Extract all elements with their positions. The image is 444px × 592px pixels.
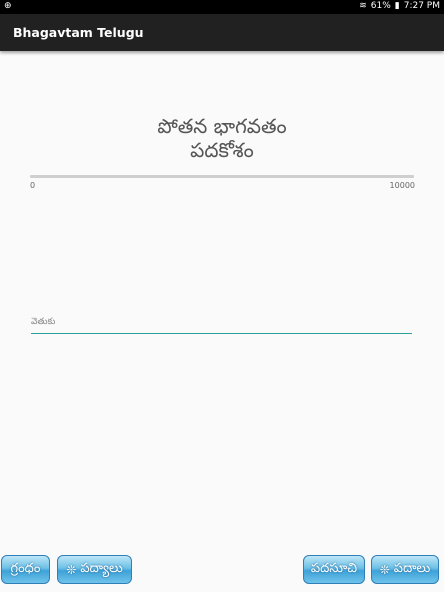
padalu-label: పదాలు (393, 560, 431, 576)
app-bar: Bhagavtam Telugu (0, 14, 444, 51)
status-bar: ⊕ ≋ 61% ▮ 7:27 PM (0, 0, 444, 14)
padyalu-label: పద్యాలు (80, 560, 123, 576)
snowflake-icon: ❊ (66, 562, 77, 577)
page-title-line2: పదకోశం (190, 138, 254, 162)
slider-max-label: 10000 (389, 181, 415, 190)
padyalu-button[interactable]: ❊ పద్యాలు (57, 555, 132, 584)
padasuchi-button[interactable]: పదసూచి (303, 555, 365, 584)
slider-min-label: 0 (30, 181, 36, 190)
app-title: Bhagavtam Telugu (13, 25, 144, 40)
grantham-button[interactable]: గ్రంధం (1, 555, 50, 584)
wifi-icon: ≋ (359, 1, 367, 11)
range-slider[interactable] (30, 175, 414, 178)
snowflake-icon: ❊ (379, 562, 390, 577)
search-input[interactable] (31, 313, 412, 334)
clock: 7:27 PM (403, 1, 440, 11)
status-right: ≋ 61% ▮ 7:27 PM (359, 1, 440, 11)
grantham-label: గ్రంధం (10, 560, 41, 576)
padasuchi-label: పదసూచి (310, 560, 358, 576)
notification-icon: ⊕ (4, 1, 12, 11)
battery-icon: ▮ (394, 1, 400, 11)
padalu-button[interactable]: ❊ పదాలు (371, 555, 439, 584)
battery-percent: 61% (370, 1, 391, 11)
